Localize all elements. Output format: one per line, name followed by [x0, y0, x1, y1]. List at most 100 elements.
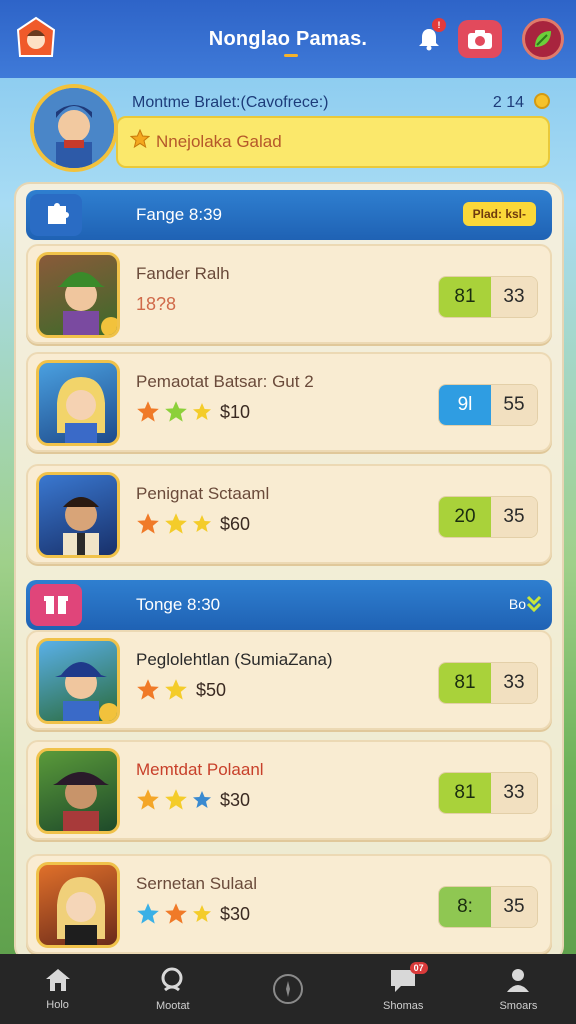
nav-label: Mootat	[155, 1000, 190, 1012]
star-icon	[193, 515, 211, 532]
pill-value-secondary: 33	[491, 277, 537, 317]
rating-stars: $50	[136, 678, 226, 702]
list-item[interactable]: Memtdat Polaanl $30 81 33	[26, 740, 552, 840]
pill-value-primary: 9l	[439, 385, 491, 425]
star-icon	[193, 905, 211, 922]
score-pill[interactable]: 9l 55	[438, 384, 538, 426]
nav-item-home[interactable]: Holo	[0, 954, 115, 1024]
home-icon	[45, 969, 70, 991]
star-icon	[137, 679, 159, 700]
section-title: Tonge 8:30	[136, 595, 221, 614]
score-pill[interactable]: 20 35	[438, 496, 538, 538]
nav-item-profile[interactable]: Smoars	[461, 954, 576, 1024]
notification-badge: !	[432, 18, 446, 32]
rating-stars: $60	[136, 512, 250, 536]
player-name: Sernetan Sulaal	[136, 874, 257, 893]
rating-stars: $30	[136, 902, 250, 926]
reward-value: $10	[220, 401, 251, 422]
list-item[interactable]: Pemaotat Batsar: Gut 2 $10 9l 55	[26, 352, 552, 452]
reward-value: $50	[196, 679, 227, 700]
leaf-icon	[535, 31, 551, 47]
list-item[interactable]: Peglolehtlan (SumiaZana) $50 81 33	[26, 630, 552, 730]
player-coins: 2 14	[492, 94, 524, 111]
pill-value-primary: 81	[439, 663, 491, 703]
player-name: Montme Bralet:(Cavofrece:)	[132, 94, 329, 111]
camera-button[interactable]	[458, 20, 502, 58]
pill-value-primary: 81	[439, 773, 491, 813]
nav-item-explore[interactable]	[230, 954, 345, 1024]
search-icon	[161, 967, 183, 992]
notifications-button[interactable]: !	[410, 18, 448, 58]
rating-stars: $30	[136, 788, 250, 812]
compass-icon	[273, 974, 303, 1004]
player-name: Fander Ralh	[136, 264, 230, 283]
list-item[interactable]: Fander Ralh 18?8 81 33	[26, 244, 552, 344]
list-item[interactable]: Penignat Sctaaml $60 20 35	[26, 464, 552, 564]
nav-label: Smoars	[499, 1000, 538, 1012]
pill-value-primary: 81	[439, 277, 491, 317]
coin-icon	[534, 93, 550, 109]
avatar	[36, 472, 120, 558]
star-icon	[193, 403, 211, 420]
player-name: Peglolehtlan (SumiaZana)	[136, 650, 333, 669]
nav-item-search[interactable]: Mootat	[115, 954, 230, 1024]
user-icon	[507, 969, 530, 992]
player-status: Nnejolaka Galad	[156, 132, 282, 151]
player-star-icon	[130, 129, 150, 149]
section-header-1[interactable]: Fange 8:39 Plad: ksl-	[26, 190, 552, 240]
bottom-nav: Holo Mootat 07 Shomas Smoars	[0, 954, 576, 1024]
star-icon	[165, 789, 187, 810]
avatar	[36, 862, 120, 948]
score-pill[interactable]: 81 33	[438, 662, 538, 704]
pill-value-secondary: 35	[491, 887, 537, 927]
pill-value-secondary: 33	[491, 773, 537, 813]
score-pill[interactable]: 81 33	[438, 772, 538, 814]
player-name: Memtdat Polaanl	[136, 760, 264, 779]
nav-item-chat[interactable]: 07 Shomas	[346, 954, 461, 1024]
player-card[interactable]: Montme Bralet:(Cavofrece:) 2 14 Nnejolak…	[30, 84, 554, 172]
pill-value-primary: 20	[439, 497, 491, 537]
pill-value-primary: 8:	[439, 887, 491, 927]
avatar	[36, 748, 120, 834]
top-bar: Nonglao Pamas. !	[0, 0, 576, 78]
player-portrait-icon	[34, 88, 114, 168]
star-icon	[137, 401, 159, 422]
player-name: Pemaotat Batsar: Gut 2	[136, 372, 314, 391]
star-icon	[137, 903, 159, 924]
chat-badge: 07	[409, 962, 428, 974]
score-pill[interactable]: 81 33	[438, 276, 538, 318]
reward-value: $30	[220, 789, 251, 810]
list-item[interactable]: Sernetan Sulaal $30 8: 35	[26, 854, 552, 954]
star-icon	[137, 513, 159, 534]
pill-value-secondary: 33	[491, 663, 537, 703]
chevron-down-icon[interactable]	[526, 595, 542, 613]
star-icon	[165, 401, 187, 422]
nav-label: Shomas	[383, 1000, 424, 1012]
star-icon	[165, 679, 187, 700]
pill-value-secondary: 35	[491, 497, 537, 537]
avatar	[36, 360, 120, 446]
star-icon	[165, 513, 187, 534]
profile-button[interactable]	[522, 18, 564, 60]
section-header-2[interactable]: Tonge 8:30 Bo	[26, 580, 552, 630]
avatar	[36, 638, 120, 724]
star-icon	[193, 791, 211, 808]
player-name: Penignat Sctaaml	[136, 484, 270, 503]
gift-icon	[30, 584, 82, 626]
camera-icon	[468, 30, 492, 49]
star-icon	[137, 789, 159, 810]
star-icon	[165, 903, 187, 924]
reward-value: $60	[220, 513, 251, 534]
score-pill[interactable]: 8: 35	[438, 886, 538, 928]
player-score: 18?8	[136, 294, 177, 314]
section-right-text: Bo	[508, 596, 526, 612]
player-avatar[interactable]	[30, 84, 118, 172]
section-badge[interactable]: Plad: ksl-	[462, 202, 536, 226]
puzzle-icon	[30, 194, 82, 236]
pill-value-secondary: 55	[491, 385, 537, 425]
nav-label: Holo	[46, 999, 69, 1011]
reward-value: $30	[220, 903, 251, 924]
rating-stars: $10	[136, 400, 250, 424]
avatar	[36, 252, 120, 338]
section-title: Fange 8:39	[136, 205, 223, 224]
